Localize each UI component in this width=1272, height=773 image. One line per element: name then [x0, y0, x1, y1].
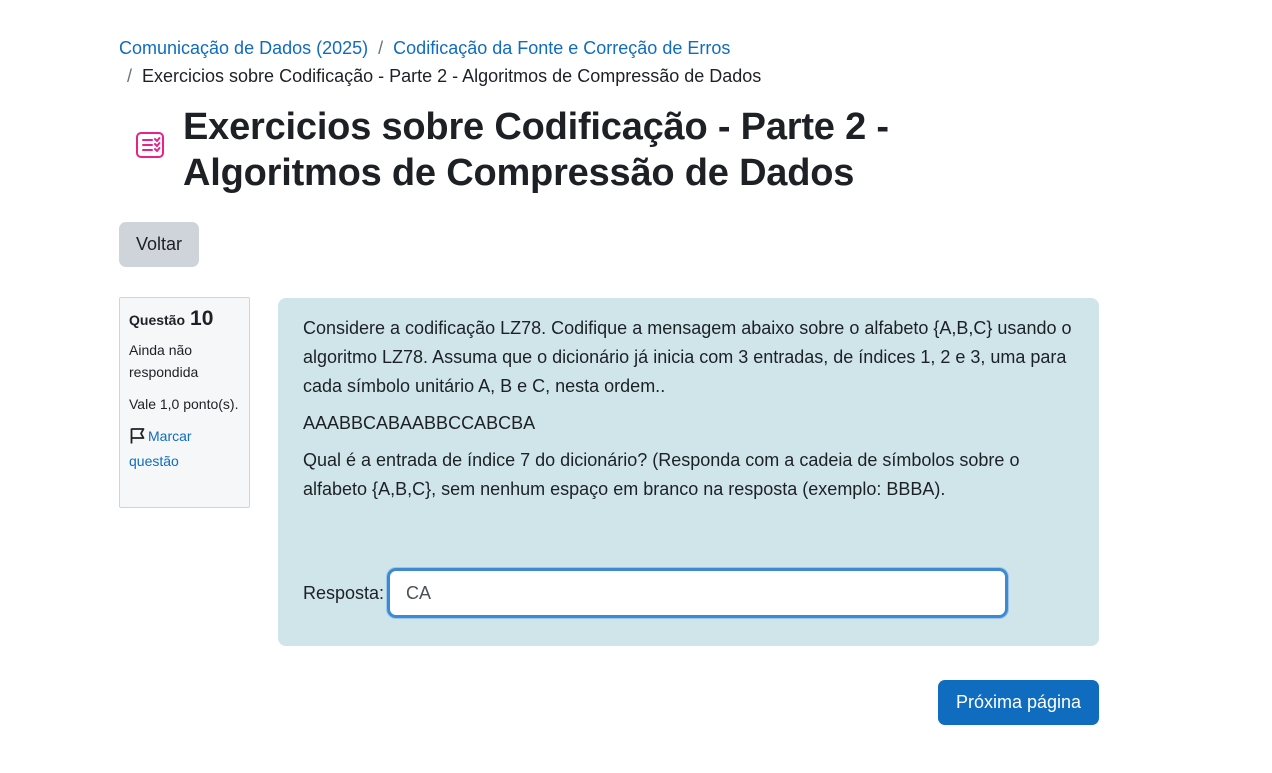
- next-page-button[interactable]: Próxima página: [938, 680, 1099, 725]
- breadcrumb: Comunicação de Dados (2025) / Codificaçã…: [119, 34, 761, 90]
- page-header: Exercicios sobre Codificação - Parte 2 -…: [119, 104, 1083, 196]
- answer-label: Resposta:: [303, 582, 385, 603]
- question-content: Considere a codificação LZ78. Codifique …: [278, 298, 1099, 646]
- question-number-value: 10: [190, 307, 214, 330]
- question-state: Ainda não respondida: [129, 342, 199, 380]
- question-grade: Vale 1,0 ponto(s).: [129, 396, 239, 412]
- flag-icon: [129, 427, 146, 450]
- breadcrumb-current: Exercicios sobre Codificação - Parte 2 -…: [142, 66, 762, 86]
- quiz-icon: [119, 104, 183, 165]
- back-button[interactable]: Voltar: [119, 222, 199, 267]
- breadcrumb-separator: /: [127, 66, 133, 86]
- question-number-label: Questão: [129, 312, 186, 328]
- question-number: Questão 10: [129, 308, 240, 331]
- breadcrumb-separator: /: [378, 38, 384, 58]
- breadcrumb-line-1: Comunicação de Dados (2025) / Codificaçã…: [119, 34, 761, 62]
- page-title: Exercicios sobre Codificação - Parte 2 -…: [183, 106, 889, 194]
- breadcrumb-section-link[interactable]: Codificação da Fonte e Correção de Erros: [393, 34, 730, 62]
- question-message: AAABBCABAABBCCABCBA: [303, 413, 536, 433]
- question-text: Considere a codificação LZ78. Codifique …: [303, 318, 1072, 396]
- question-info-panel: Questão 10 Ainda não respondida Vale 1,0…: [119, 297, 250, 508]
- breadcrumb-course-link[interactable]: Comunicação de Dados (2025): [119, 34, 368, 62]
- flag-question-link[interactable]: Marcar questão: [129, 425, 240, 472]
- question-prompt: Qual é a entrada de índice 7 do dicionár…: [303, 450, 1020, 499]
- breadcrumb-line-2: / Exercicios sobre Codificação - Parte 2…: [119, 62, 761, 90]
- answer-row: Resposta:: [303, 568, 1009, 618]
- answer-input[interactable]: [387, 568, 1009, 618]
